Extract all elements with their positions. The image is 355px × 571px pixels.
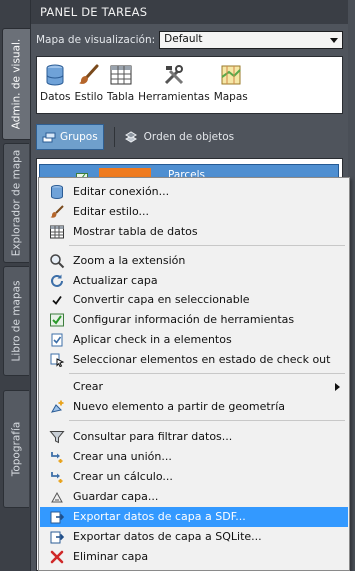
menu-item-label: Exportar datos de capa a SQLite...	[73, 530, 262, 543]
style-label: Estilo	[74, 91, 104, 103]
save-layer-icon	[51, 491, 63, 503]
check-in-icon	[51, 333, 63, 347]
menu-separator	[69, 420, 345, 421]
display-toolbar: Datos Estilo Tabla Herramientas Mapas	[36, 56, 343, 114]
menu-item-new-feature[interactable]: Nuevo elemento a partir de geometría	[40, 397, 348, 417]
groups-button[interactable]: Grupos	[36, 124, 104, 150]
chevron-right-icon	[335, 383, 340, 391]
menu-item-edit-style[interactable]: Editar estilo...	[40, 202, 348, 222]
join-icon	[51, 452, 63, 463]
select-checkout-icon	[50, 353, 65, 368]
style-button[interactable]: Estilo	[75, 63, 103, 103]
menu-item-label: Consultar para filtrar datos...	[73, 430, 233, 443]
data-button[interactable]: Datos	[40, 63, 71, 103]
menu-item-zoom-extent[interactable]: Zoom a la extensión	[40, 251, 348, 271]
menu-item-label: Crear un cálculo...	[73, 470, 173, 483]
menu-item-make-selectable[interactable]: Convertir capa en seleccionable	[40, 290, 348, 310]
menu-item-label: Guardar capa...	[73, 490, 159, 503]
checkmark-icon	[52, 295, 62, 305]
database-icon	[46, 64, 64, 86]
groups-icon	[42, 132, 56, 143]
tab-label: Admin. de visual.	[10, 38, 23, 130]
refresh-icon	[51, 274, 63, 287]
tools-icon	[164, 65, 183, 85]
table-icon	[110, 65, 132, 85]
layer-view-bar: Grupos Orden de objetos	[36, 122, 343, 152]
menu-item-select-checked-out[interactable]: Seleccionar elementos en estado de check…	[40, 350, 348, 370]
menu-item-query-filter[interactable]: Consultar para filtrar datos...	[40, 427, 348, 447]
panel-title: PANEL DE TAREAS	[31, 0, 348, 24]
tab-label: Libro de mapas	[10, 280, 23, 362]
brush-icon	[50, 205, 64, 218]
menu-item-label: Configurar información de herramientas	[73, 313, 295, 326]
tools-label: Herramientas	[138, 91, 210, 103]
menu-separator	[69, 245, 345, 246]
map-display-select[interactable]: Default	[159, 31, 343, 49]
menu-item-export-sqlite[interactable]: Exportar datos de capa a SQLite...	[40, 527, 348, 547]
tools-button[interactable]: Herramientas	[138, 63, 210, 103]
table-label: Tabla	[107, 91, 135, 103]
tab-label: Topografía	[10, 421, 23, 477]
menu-item-label: Mostrar tabla de datos	[73, 225, 198, 238]
menu-item-label: Aplicar check in a elementos	[73, 333, 232, 346]
map-icon	[221, 65, 241, 85]
menu-item-label: Eliminar capa	[73, 550, 149, 563]
menu-item-label: Crear una unión...	[73, 450, 172, 463]
menu-item-delete-layer[interactable]: Eliminar capa	[40, 547, 348, 567]
delete-icon	[50, 550, 64, 564]
menu-item-label: Crear	[73, 380, 103, 393]
maps-button[interactable]: Mapas	[214, 63, 248, 103]
side-tab-strip: Admin. de visual. Explorador de mapa Lib…	[0, 0, 30, 571]
new-feature-icon	[51, 400, 64, 413]
menu-item-save-layer[interactable]: Guardar capa...	[40, 487, 348, 507]
zoom-icon	[50, 254, 65, 269]
filter-icon	[49, 431, 65, 444]
menu-item-label: Exportar datos de capa a SDF...	[73, 510, 246, 523]
calculation-icon	[51, 472, 63, 483]
menu-item-create-join[interactable]: Crear una unión...	[40, 447, 348, 467]
menu-item-label: Editar estilo...	[73, 205, 150, 218]
draw-order-icon	[124, 131, 137, 143]
menu-item-label: Zoom a la extensión	[73, 254, 186, 267]
map-display-value: Default	[164, 33, 203, 45]
map-display-label: Mapa de visualización:	[36, 34, 156, 46]
map-display-bar: Mapa de visualización: Default	[36, 30, 343, 50]
menu-item-refresh-layer[interactable]: Actualizar capa	[40, 271, 348, 291]
menu-item-check-in[interactable]: Aplicar check in a elementos	[40, 330, 348, 350]
database-icon	[51, 185, 63, 200]
toolbar-divider	[113, 127, 115, 147]
object-order-button[interactable]: Orden de objetos	[124, 130, 234, 144]
menu-item-configure-tooltips[interactable]: Configurar información de herramientas	[40, 310, 348, 330]
menu-item-label: Editar conexión...	[73, 185, 170, 198]
table-icon	[50, 225, 64, 239]
tab-map-explorer[interactable]: Explorador de mapa	[3, 143, 29, 263]
menu-item-label: Actualizar capa	[73, 274, 158, 287]
maps-label: Mapas	[213, 91, 248, 103]
menu-item-label: Convertir capa en seleccionable	[73, 293, 250, 306]
menu-separator	[69, 373, 345, 374]
menu-item-show-data-table[interactable]: Mostrar tabla de datos	[40, 222, 348, 242]
object-order-label: Orden de objetos	[143, 131, 235, 143]
tab-topography[interactable]: Topografía	[3, 390, 29, 508]
menu-item-create-calculation[interactable]: Crear un cálculo...	[40, 467, 348, 487]
layer-context-menu: Editar conexión... Editar estilo... Most…	[38, 177, 350, 571]
chevron-down-icon	[330, 38, 338, 43]
export-sdf-icon	[50, 511, 65, 524]
brush-icon	[78, 64, 99, 84]
data-label: Datos	[40, 91, 71, 103]
menu-item-export-sdf[interactable]: Exportar datos de capa a SDF...	[40, 507, 348, 527]
export-sqlite-icon	[50, 531, 65, 544]
tab-label: Explorador de mapa	[10, 149, 23, 257]
menu-item-edit-connection[interactable]: Editar conexión...	[40, 182, 348, 202]
tab-admin-visual[interactable]: Admin. de visual.	[2, 28, 30, 140]
configure-icon	[50, 313, 64, 327]
groups-label: Grupos	[60, 131, 98, 143]
menu-item-label: Nuevo elemento a partir de geometría	[73, 400, 286, 413]
menu-item-create-submenu[interactable]: Crear	[40, 377, 348, 397]
tab-map-book[interactable]: Libro de mapas	[3, 266, 29, 376]
menu-item-label: Seleccionar elementos en estado de check…	[73, 353, 331, 366]
table-button[interactable]: Tabla	[107, 63, 134, 103]
